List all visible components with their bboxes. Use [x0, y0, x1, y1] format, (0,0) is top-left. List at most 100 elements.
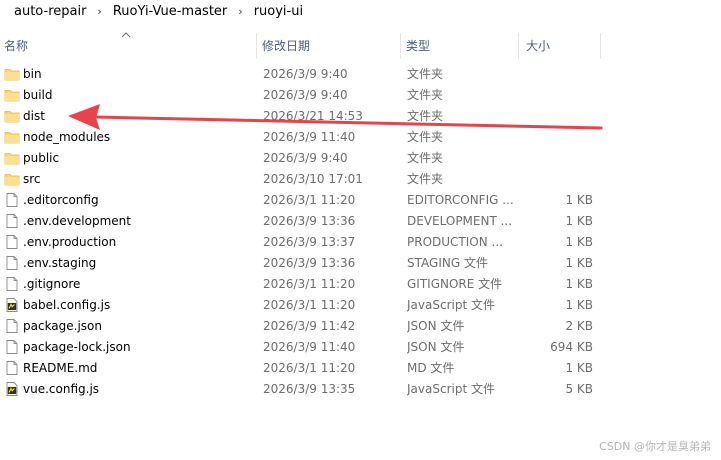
- file-type: JavaScript 文件: [407, 298, 495, 312]
- breadcrumb-separator-icon: ›: [238, 4, 243, 18]
- file-size: [523, 169, 593, 190]
- file-name: .env.production: [23, 235, 117, 249]
- file-list: bin 2026/3/9 9:40 文件夹 build 2026/3/9 9:4…: [0, 64, 721, 400]
- file-size: 1 KB: [565, 361, 593, 375]
- file-date: 2026/3/1 11:20: [263, 361, 356, 375]
- file-date: 2026/3/9 13:36: [263, 214, 356, 228]
- file-name: vue.config.js: [23, 382, 100, 396]
- folder-icon: [4, 171, 20, 187]
- file-name: bin: [23, 67, 42, 81]
- file-row[interactable]: babel.config.js 2026/3/1 11:20 JavaScrip…: [0, 295, 721, 316]
- file-name: babel.config.js: [23, 298, 111, 312]
- file-size: 5 KB: [565, 382, 593, 396]
- file-type: STAGING 文件: [407, 256, 488, 270]
- watermark: CSDN @你才是臭弟弟: [599, 440, 711, 453]
- file-type: EDITORCONFIG ...: [407, 193, 514, 207]
- breadcrumb-item-ruoyi-ui[interactable]: ruoyi-ui: [252, 4, 305, 19]
- file-type: DEVELOPMENT ...: [407, 214, 513, 228]
- file-row[interactable]: bin 2026/3/9 9:40 文件夹: [0, 64, 721, 85]
- file-date: 2026/3/9 9:40: [263, 88, 348, 102]
- file-date: 2026/3/10 17:01: [263, 172, 363, 186]
- file-row[interactable]: package.json 2026/3/9 11:42 JSON 文件 2 KB: [0, 316, 721, 337]
- file-name: dist: [23, 109, 45, 123]
- file-row[interactable]: .gitignore 2026/3/1 11:20 GITIGNORE 文件 1…: [0, 274, 721, 295]
- file-row[interactable]: README.md 2026/3/1 11:20 MD 文件 1 KB: [0, 358, 721, 379]
- file-size: 1 KB: [565, 277, 593, 291]
- file-icon: [4, 318, 20, 334]
- file-name: .env.staging: [23, 256, 97, 270]
- breadcrumb-item-ruoyi-vue-master[interactable]: RuoYi-Vue-master: [111, 4, 229, 19]
- file-size: 1 KB: [565, 298, 593, 312]
- file-name: package.json: [23, 319, 103, 333]
- file-name: .editorconfig: [23, 193, 99, 207]
- file-size: [523, 85, 593, 106]
- file-row[interactable]: .env.production 2026/3/9 13:37 PRODUCTIO…: [0, 232, 721, 253]
- file-type: GITIGNORE 文件: [407, 277, 503, 291]
- file-icon: [4, 276, 20, 292]
- file-icon: [4, 213, 20, 229]
- breadcrumb-separator-icon: ›: [97, 4, 102, 18]
- file-size: 1 KB: [565, 235, 593, 249]
- folder-icon: [4, 108, 20, 124]
- file-size: [523, 64, 593, 85]
- file-name: package-lock.json: [23, 340, 131, 354]
- file-size: [523, 106, 593, 127]
- file-type: 文件夹: [407, 151, 444, 165]
- file-row[interactable]: build 2026/3/9 9:40 文件夹: [0, 85, 721, 106]
- file-row[interactable]: node_modules 2026/3/9 11:40 文件夹: [0, 127, 721, 148]
- file-row[interactable]: .editorconfig 2026/3/1 11:20 EDITORCONFI…: [0, 190, 721, 211]
- file-row[interactable]: src 2026/3/10 17:01 文件夹: [0, 169, 721, 190]
- file-icon: [4, 339, 20, 355]
- file-date: 2026/3/9 11:42: [263, 319, 356, 333]
- file-type: JSON 文件: [407, 340, 465, 354]
- js-file-icon: [4, 297, 20, 313]
- folder-icon: [4, 87, 20, 103]
- file-icon: [4, 360, 20, 376]
- file-name: README.md: [23, 361, 98, 375]
- file-name: src: [23, 172, 41, 186]
- file-icon: [4, 192, 20, 208]
- file-row[interactable]: vue.config.js 2026/3/9 13:35 JavaScript …: [0, 379, 721, 400]
- file-icon: [4, 234, 20, 250]
- column-header-name[interactable]: 名称: [0, 33, 257, 59]
- file-name: build: [23, 88, 53, 102]
- file-date: 2026/3/9 13:36: [263, 256, 356, 270]
- file-size: 1 KB: [565, 193, 593, 207]
- folder-icon: [4, 129, 20, 145]
- file-date: 2026/3/9 9:40: [263, 67, 348, 81]
- file-date: 2026/3/9 13:35: [263, 382, 356, 396]
- column-header-row: 名称 修改日期 类型 大小: [0, 33, 721, 59]
- file-name: public: [23, 151, 60, 165]
- column-header-date[interactable]: 修改日期: [258, 33, 401, 59]
- file-type: 文件夹: [407, 172, 444, 186]
- column-header-size[interactable]: 大小: [522, 33, 601, 59]
- column-header-type[interactable]: 类型: [402, 33, 519, 59]
- file-row[interactable]: dist 2026/3/21 14:53 文件夹: [0, 106, 721, 127]
- file-row[interactable]: .env.development 2026/3/9 13:36 DEVELOPM…: [0, 211, 721, 232]
- file-row[interactable]: .env.staging 2026/3/9 13:36 STAGING 文件 1…: [0, 253, 721, 274]
- file-date: 2026/3/9 9:40: [263, 151, 348, 165]
- folder-icon: [4, 66, 20, 82]
- file-row[interactable]: package-lock.json 2026/3/9 11:40 JSON 文件…: [0, 337, 721, 358]
- file-type: JSON 文件: [407, 319, 465, 333]
- file-type: JavaScript 文件: [407, 382, 495, 396]
- file-date: 2026/3/9 11:40: [263, 130, 356, 144]
- file-type: 文件夹: [407, 109, 444, 123]
- file-date: 2026/3/1 11:20: [263, 277, 356, 291]
- file-name: node_modules: [23, 130, 111, 144]
- file-date: 2026/3/21 14:53: [263, 109, 363, 123]
- file-row[interactable]: public 2026/3/9 9:40 文件夹: [0, 148, 721, 169]
- file-name: .gitignore: [23, 277, 81, 291]
- js-file-icon: [4, 381, 20, 397]
- file-date: 2026/3/9 13:37: [263, 235, 356, 249]
- file-size: 1 KB: [565, 214, 593, 228]
- file-size: 694 KB: [550, 340, 593, 354]
- file-size: 1 KB: [565, 256, 593, 270]
- file-type: 文件夹: [407, 130, 444, 144]
- file-type: 文件夹: [407, 88, 444, 102]
- file-name: .env.development: [23, 214, 131, 228]
- file-size: [523, 148, 593, 169]
- file-icon: [4, 255, 20, 271]
- breadcrumb-item-auto-repair[interactable]: auto-repair: [12, 4, 88, 19]
- file-date: 2026/3/1 11:20: [263, 298, 356, 312]
